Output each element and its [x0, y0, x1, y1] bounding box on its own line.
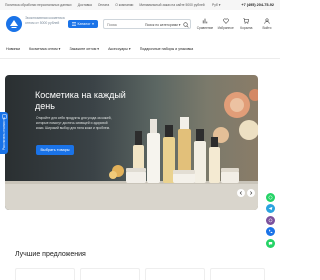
product-card[interactable]: [210, 268, 265, 280]
main-nav: Новинки Косметика оптом ▾ Закажите оптом…: [0, 44, 280, 54]
nav-item-cosmetics-label: Косметика оптом: [29, 47, 58, 51]
header: Эксклюзивная косметика оптом от 5000 руб…: [0, 12, 280, 36]
heart-icon: [222, 18, 229, 24]
compare-label: Сравнение: [196, 25, 214, 30]
phone-number[interactable]: +7 (495) 204-75-92: [241, 3, 274, 7]
viber-button[interactable]: [266, 215, 275, 225]
whatsapp-icon: [268, 195, 273, 200]
compare-icon: [202, 18, 208, 24]
search-box: Поиск по категориям ▾: [103, 19, 191, 29]
hero-title: Косметика на каждый день: [35, 90, 126, 111]
chevron-left-icon: [239, 191, 242, 195]
nav-divider: [0, 58, 280, 59]
catalog-button[interactable]: Каталог ▾: [68, 20, 98, 28]
product-card[interactable]: [145, 268, 205, 280]
compare-button[interactable]: Сравнение: [196, 18, 214, 34]
user-icon: [264, 18, 270, 24]
telegram-button[interactable]: [266, 204, 275, 214]
top-link-delivery[interactable]: Доставка: [78, 3, 92, 7]
nav-item-cosmetics[interactable]: Косметика оптом ▾: [29, 47, 60, 51]
nav-item-order[interactable]: Закажите оптом ▾: [69, 47, 99, 51]
chat-button[interactable]: [266, 238, 275, 248]
product-card[interactable]: [80, 268, 140, 280]
catalog-label: Каталог: [77, 22, 91, 26]
top-link-about[interactable]: О компании: [115, 3, 133, 7]
currency-label: Руб: [212, 3, 218, 7]
social-contacts: [266, 193, 276, 248]
favorites-button[interactable]: Избранное: [217, 18, 235, 34]
slider-prev-button[interactable]: [237, 189, 245, 197]
slogan: Эксклюзивная косметика оптом от 5000 руб…: [25, 16, 65, 25]
favorites-label: Избранное: [217, 25, 234, 30]
chevron-right-icon: [250, 191, 253, 195]
search-icon[interactable]: [183, 22, 189, 28]
search-input[interactable]: [107, 22, 135, 27]
cart-button[interactable]: Корзина: [237, 18, 255, 34]
best-offers-title: Лучшие предложения: [15, 251, 86, 258]
currency-selector[interactable]: Руб ▾: [212, 3, 220, 7]
nav-item-accessories-label: Аксессуары: [108, 47, 128, 51]
login-button[interactable]: Войти: [258, 18, 276, 34]
nav-item-accessories[interactable]: Аксессуары ▾: [108, 47, 131, 51]
nav-item-gift-sets[interactable]: Подарочные наборы и упаковка: [140, 47, 194, 51]
hero-banner: Косметика на каждый день Откройте для се…: [5, 75, 258, 210]
chevron-down-icon: ▾: [92, 22, 94, 26]
telegram-icon: [268, 207, 273, 211]
search-category-select[interactable]: Поиск по категориям ▾: [145, 23, 180, 27]
chat-icon: [268, 241, 273, 245]
calculate-cost-label: Рассчитать стоимость: [2, 117, 6, 150]
top-link-payment[interactable]: Оплата: [98, 3, 109, 7]
min-order-note: Минимальный заказ на сайте 5000 рублей: [139, 3, 205, 7]
top-link-privacy[interactable]: Политика обработки персональных данных: [5, 3, 72, 7]
slider-controls: [237, 189, 255, 197]
choose-products-button[interactable]: Выбрать товары: [36, 145, 74, 155]
product-card[interactable]: [15, 268, 75, 280]
nav-item-order-label: Закажите оптом: [69, 47, 97, 51]
top-links-bar: Политика обработки персональных данных Д…: [0, 0, 280, 10]
cart-label: Корзина: [240, 25, 253, 30]
slider-next-button[interactable]: [247, 189, 255, 197]
page: Политика обработки персональных данных Д…: [0, 0, 280, 280]
logo-icon[interactable]: [6, 16, 22, 32]
header-actions: Сравнение Избранное Корзина Войти: [196, 18, 276, 34]
phone-icon: [269, 229, 273, 234]
hero-description: Откройте для себя продукты для ухода за …: [36, 116, 112, 130]
nav-item-new[interactable]: Новинки: [6, 47, 20, 51]
viber-icon: [268, 218, 273, 223]
search-category-label: Поиск по категориям: [145, 23, 178, 27]
cart-icon: [243, 18, 250, 24]
login-label: Войти: [262, 25, 272, 30]
call-button[interactable]: [266, 227, 275, 237]
whatsapp-button[interactable]: [266, 193, 275, 202]
menu-icon: [72, 22, 77, 26]
